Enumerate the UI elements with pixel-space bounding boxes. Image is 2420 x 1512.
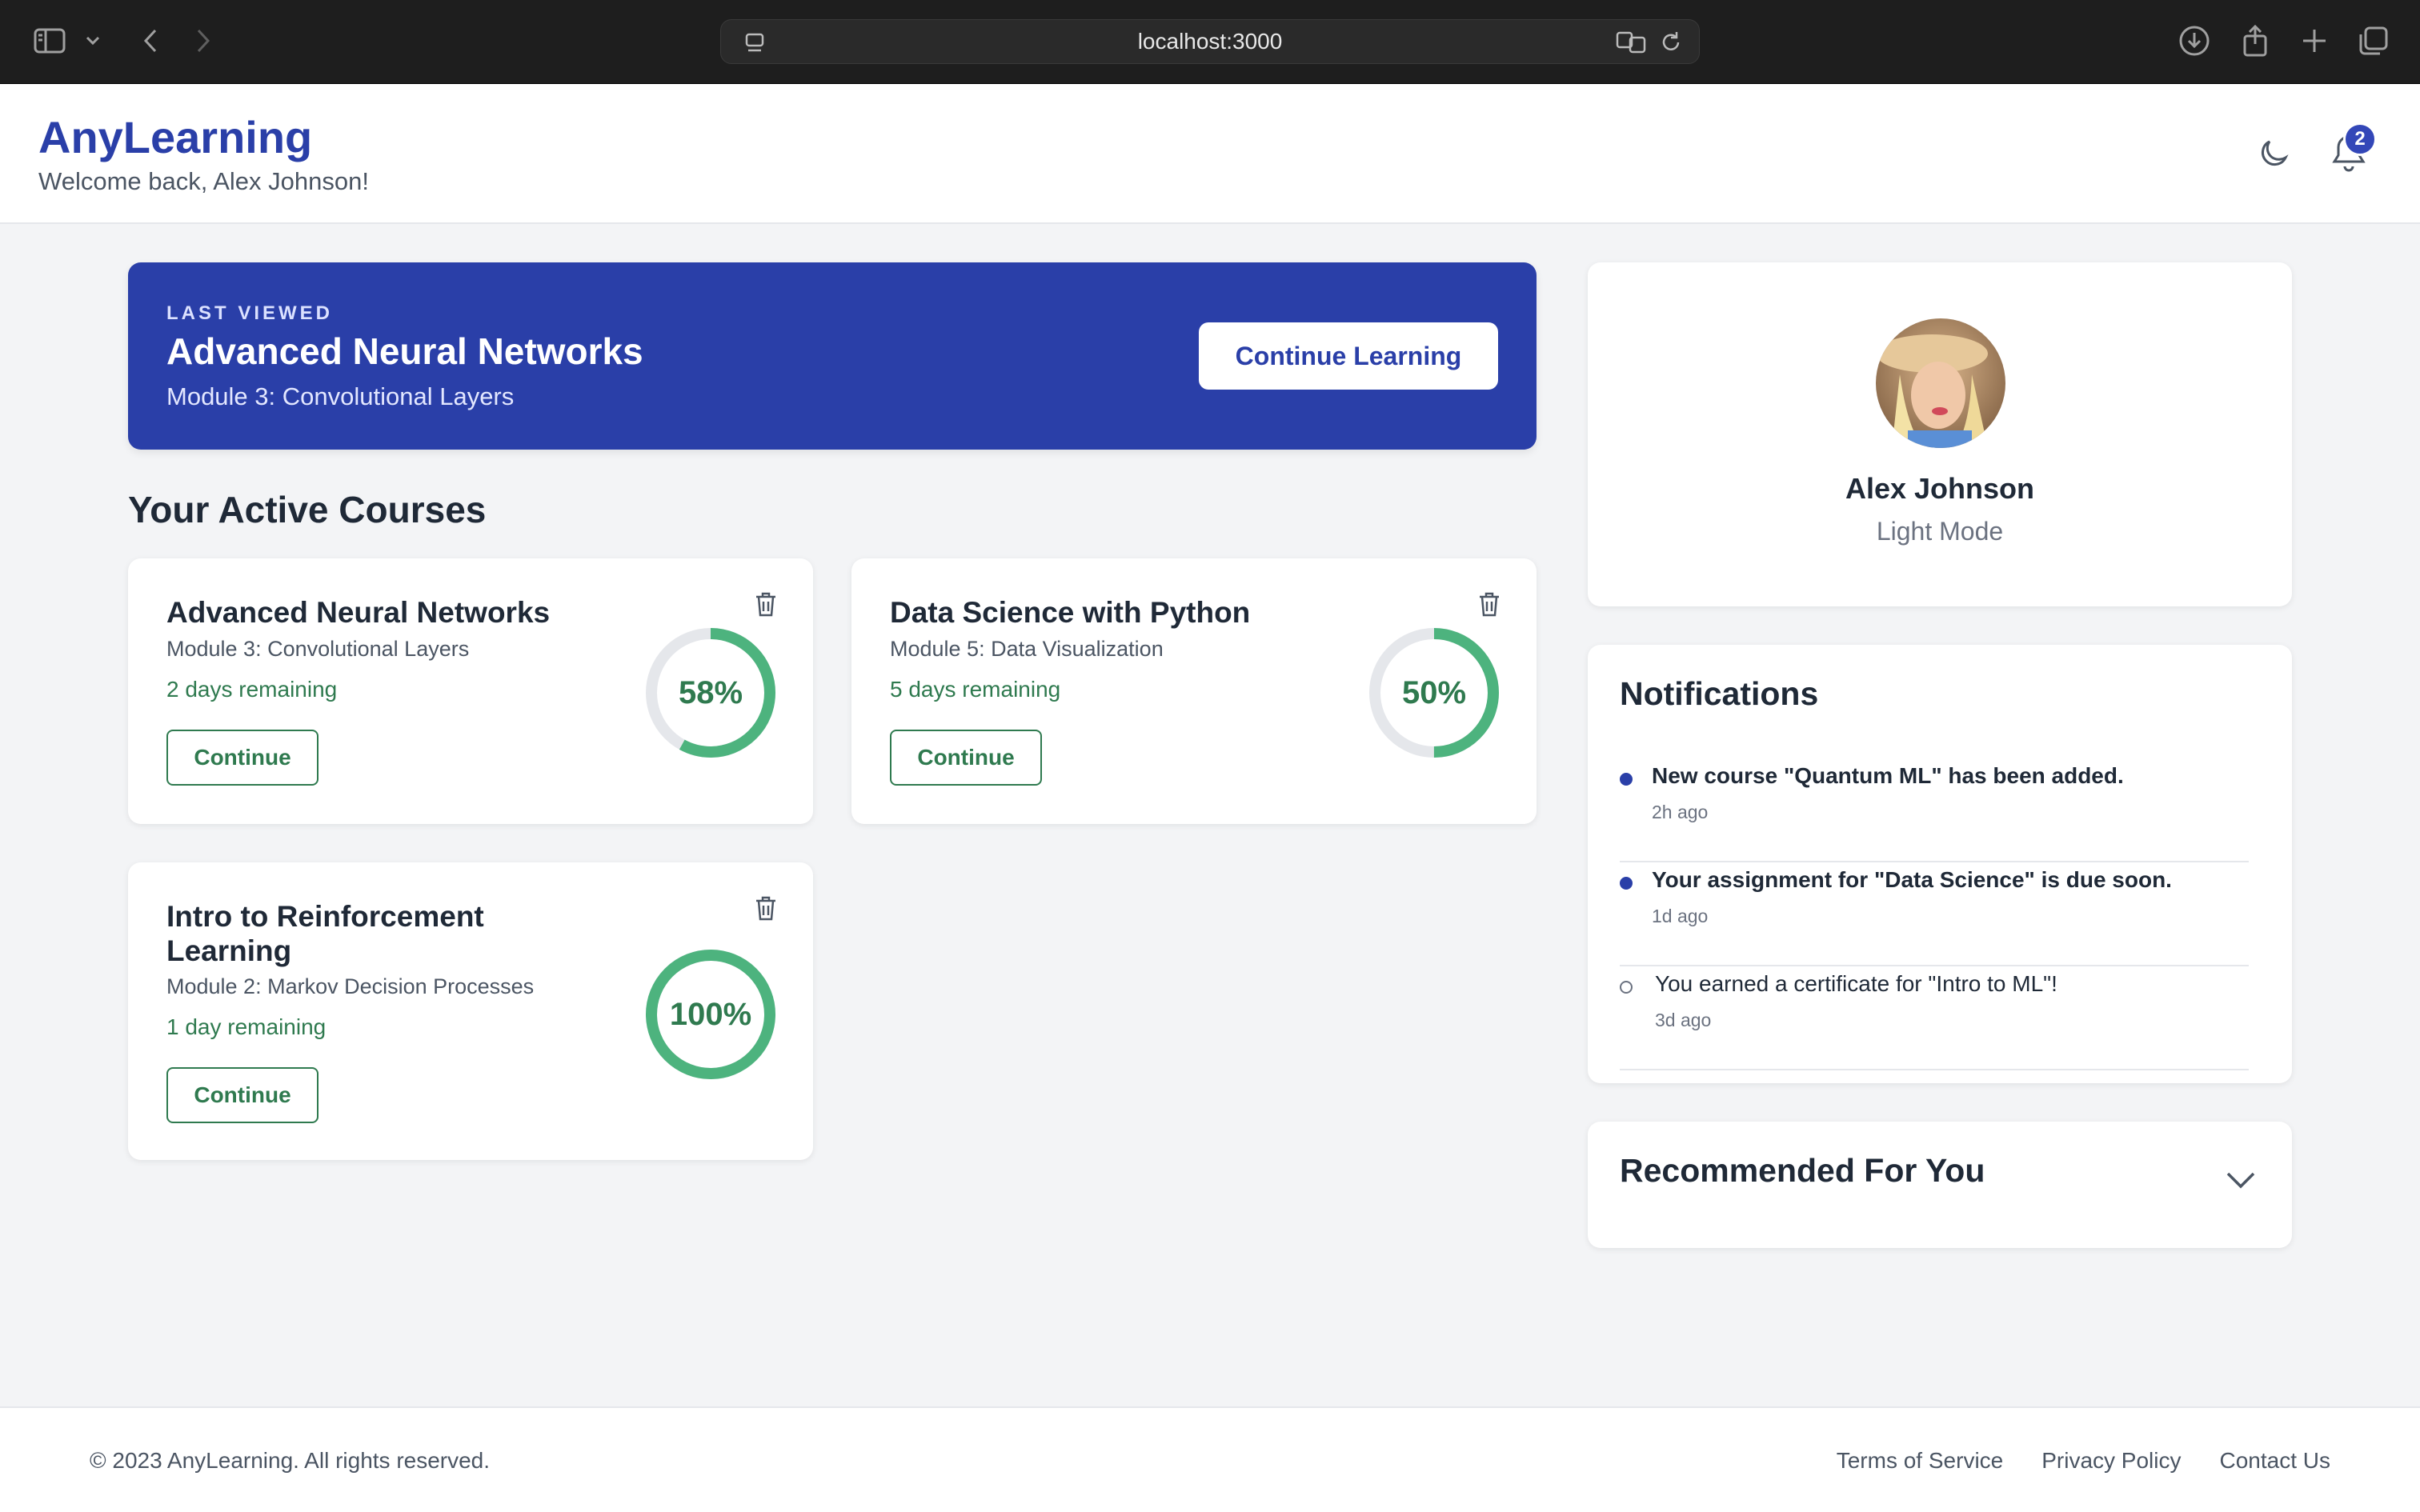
notification-time: 1d ago — [1652, 906, 1709, 926]
active-courses-title: Your Active Courses — [128, 489, 487, 530]
contact-link[interactable]: Contact Us — [2220, 1448, 2331, 1474]
new-tab-icon[interactable] — [2290, 19, 2338, 62]
notifications-card: Notifications New course "Quantum ML" ha… — [1588, 645, 2292, 1083]
copyright-text: © 2023 AnyLearning. All rights reserved. — [90, 1448, 491, 1473]
back-arrow-icon[interactable] — [125, 19, 176, 62]
recommended-card[interactable]: Recommended For You — [1588, 1122, 2292, 1248]
trash-icon[interactable] — [754, 590, 778, 622]
course-card: Data Science with Python Module 5: Data … — [851, 558, 1537, 824]
last-viewed-module: Module 3: Convolutional Layers — [166, 382, 515, 410]
reload-icon[interactable] — [1659, 30, 1683, 61]
footer-links: Terms of Service Privacy Policy Contact … — [1837, 1448, 2330, 1474]
notification-item[interactable]: You earned a certificate for "Intro to M… — [1620, 966, 2249, 1070]
progress-percent: 100% — [669, 996, 752, 1032]
progress-percent: 50% — [1401, 674, 1467, 710]
privacy-link[interactable]: Privacy Policy — [2041, 1448, 2181, 1474]
profile-card: Alex Johnson Light Mode — [1588, 262, 2292, 606]
page-settings-icon[interactable] — [743, 31, 767, 61]
translate-icon[interactable] — [1616, 30, 1646, 61]
notification-time: 3d ago — [1655, 1010, 1712, 1030]
moon-icon[interactable] — [2257, 135, 2292, 174]
profile-name: Alex Johnson — [1845, 472, 2035, 505]
footer: © 2023 AnyLearning. All rights reserved.… — [0, 1406, 2420, 1512]
course-time-remaining: 2 days remaining — [166, 677, 338, 702]
last-viewed-course-title: Advanced Neural Networks — [166, 330, 643, 372]
theme-mode-label: Light Mode — [1876, 517, 2004, 546]
notification-time: 2h ago — [1652, 802, 1709, 822]
browser-chrome: localhost:3000 — [0, 0, 2420, 84]
last-viewed-label: LAST VIEWED — [166, 302, 334, 324]
chevron-down-icon[interactable] — [2225, 1170, 2257, 1194]
notification-item[interactable]: Your assignment for "Data Science" is du… — [1620, 862, 2249, 966]
course-title: Data Science with Python — [890, 596, 1251, 629]
recommended-title: Recommended For You — [1620, 1152, 1985, 1189]
course-card: Intro to Reinforcement Learning Module 2… — [128, 862, 813, 1160]
trash-icon[interactable] — [1477, 590, 1501, 622]
notification-text: New course "Quantum ML" has been added. — [1652, 763, 2124, 788]
continue-learning-button[interactable]: Continue Learning — [1199, 322, 1498, 390]
notifications-title: Notifications — [1620, 675, 1819, 712]
unread-dot-icon — [1620, 773, 1633, 786]
chevron-down-icon[interactable] — [77, 19, 109, 62]
url-text: localhost:3000 — [1137, 29, 1283, 54]
course-module: Module 5: Data Visualization — [890, 637, 1164, 661]
forward-arrow-icon[interactable] — [178, 19, 229, 62]
share-icon[interactable] — [2231, 19, 2279, 62]
read-dot-icon — [1620, 981, 1633, 994]
trash-icon[interactable] — [754, 894, 778, 926]
notification-text: Your assignment for "Data Science" is du… — [1652, 867, 2172, 892]
course-title: Advanced Neural Networks — [166, 596, 551, 629]
progress-percent: 58% — [678, 674, 743, 710]
unread-dot-icon — [1620, 877, 1633, 890]
last-viewed-banner: LAST VIEWED Advanced Neural Networks Mod… — [128, 262, 1537, 450]
sidebar-toggle-icon[interactable] — [24, 19, 75, 62]
avatar[interactable] — [1876, 318, 2005, 448]
downloads-icon[interactable] — [2170, 19, 2218, 62]
course-module: Module 3: Convolutional Layers — [166, 637, 470, 661]
course-module: Module 2: Markov Decision Processes — [166, 974, 535, 998]
notification-text: You earned a certificate for "Intro to M… — [1655, 971, 2057, 996]
app-header: AnyLearning Welcome back, Alex Johnson! … — [0, 84, 2420, 224]
brand-logo-text[interactable]: AnyLearning — [38, 111, 312, 163]
course-continue-button[interactable]: Continue — [890, 730, 1042, 786]
notification-count-badge: 2 — [2343, 122, 2377, 156]
course-continue-button[interactable]: Continue — [166, 1067, 319, 1123]
terms-link[interactable]: Terms of Service — [1837, 1448, 2004, 1474]
address-bar[interactable]: localhost:3000 — [720, 19, 1700, 64]
welcome-message: Welcome back, Alex Johnson! — [38, 167, 369, 195]
course-card: Advanced Neural Networks Module 3: Convo… — [128, 558, 813, 824]
course-title: Intro to Reinforcement Learning — [166, 900, 484, 967]
tab-overview-icon[interactable] — [2350, 19, 2398, 62]
course-continue-button[interactable]: Continue — [166, 730, 319, 786]
notification-item[interactable]: New course "Quantum ML" has been added. … — [1620, 758, 2249, 862]
course-time-remaining: 1 day remaining — [166, 1014, 327, 1039]
course-time-remaining: 5 days remaining — [890, 677, 1061, 702]
